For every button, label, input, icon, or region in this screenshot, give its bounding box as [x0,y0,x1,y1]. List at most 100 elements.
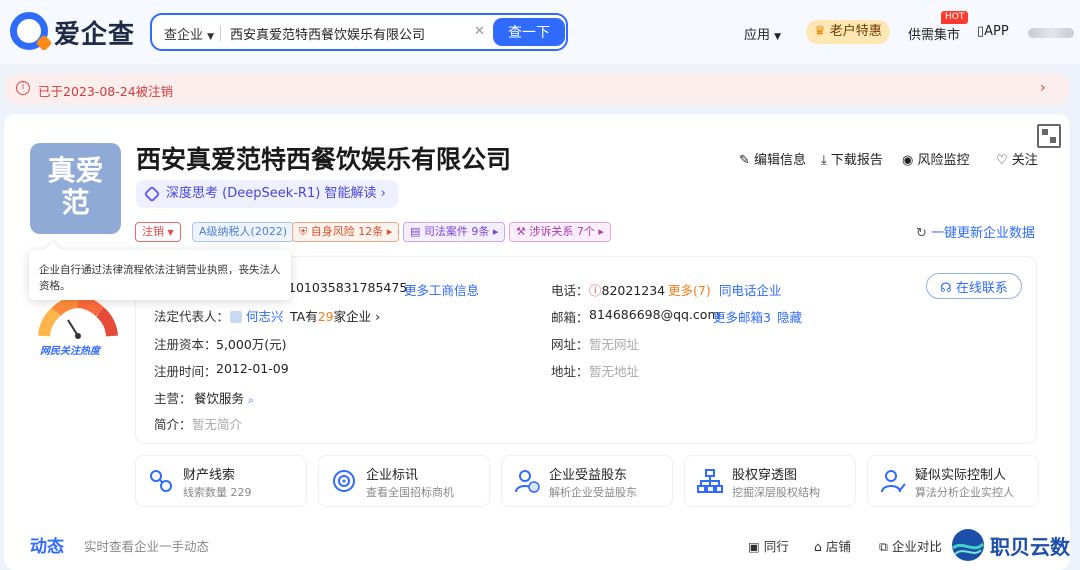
search-icon: ⌕ [248,395,254,406]
capital-label: 注册资本： [154,337,217,352]
heart-icon: ♡ [996,153,1008,168]
phone-label: 电话： [551,283,589,298]
feature-beneficiary[interactable]: 企业受益股东 解析企业受益股东 [501,455,673,507]
feature-sub: 挖掘深层股权结构 [732,486,820,499]
caret-down-icon: ▼ [167,228,174,237]
download-report-button[interactable]: ⤓ 下载报告 [821,149,883,168]
self-risk-tag[interactable]: ⛨ 自身风险 12条 ▸ [292,222,400,242]
shield-icon: ⛨ [299,225,308,238]
search-bar: 查企业 ▼ ✕ 查一下 [150,13,568,51]
feature-title: 企业受益股东 [549,468,628,483]
status-badge[interactable]: 注销 ▼ [135,222,181,242]
capital-value: 5,000万(元) [216,337,287,352]
search-input[interactable] [230,21,470,45]
store-icon: ⌂ [814,539,822,554]
cancellation-notice[interactable]: i 已于2023-08-24被注销 › [4,73,1070,105]
chevron-right-icon: › [380,186,386,201]
email-label: 邮箱： [551,310,589,325]
search-type-dropdown[interactable]: 查企业 ▼ [164,24,214,43]
refresh-icon: ↻ [916,226,927,241]
nav-app[interactable]: ▯APP [977,24,1009,39]
search-button[interactable]: 查一下 [493,18,565,46]
reg-date-value: 2012-01-09 [216,361,289,376]
news-section-sub: 实时查看企业一手动态 [84,539,210,554]
more-business-link[interactable]: 更多工商信息 [404,280,479,299]
search-divider [220,25,221,41]
nav-apps[interactable]: 应用 ▼ [744,24,781,43]
email-value: 814686698@qq.com [589,307,720,322]
peer-button[interactable]: ▣ 同行 [748,536,789,555]
address-value: 暂无地址 [589,364,640,379]
qr-code-icon[interactable] [1037,124,1061,148]
feature-bidding[interactable]: 企业标讯 查看全国招标商机 [318,455,490,507]
credit-code-value: 101035831785475 [288,280,408,295]
main-business-label: 主营： [154,391,192,406]
feature-controller[interactable]: 疑似实际控制人 算法分析企业实控人 [867,455,1039,507]
intro-value: 暂无简介 [192,417,243,432]
user-money-icon [515,470,540,493]
target-icon [333,470,355,492]
link-icon [150,470,172,492]
feature-title: 疑似实际控制人 [915,468,1007,483]
caret-down-icon: ▼ [774,32,782,42]
document-icon: ▤ [410,225,421,238]
company-logo: 真爱范 [30,143,121,234]
same-phone-link[interactable]: 同电话企业 [719,280,782,299]
legal-rep[interactable]: 何志兴 [230,306,284,325]
compare-button[interactable]: ⧉ 企业对比 [879,536,942,555]
vip-crown-icon: ♛ [814,24,826,39]
more-email-link[interactable]: 更多邮箱3 [713,307,771,326]
caret-down-icon: ▼ [207,32,215,42]
ai-analysis-button[interactable]: 深度思考 (DeepSeek-R1) 智能解读 › [136,180,398,208]
headset-icon: ☊ [940,280,952,296]
org-chart-icon [697,469,723,493]
feature-title: 企业标讯 [366,468,419,483]
attention-gauge[interactable]: 网民关注热度 [38,296,118,360]
feature-sub: 线索数量 229 [183,486,252,499]
legal-rep-companies[interactable]: TA有29家企业 › [290,306,380,325]
logo-text[interactable]: 爱企查 [54,14,135,51]
feature-sub: 查看全国招标商机 [366,486,454,499]
tax-rating-tag[interactable]: A级纳税人(2022) [192,222,295,242]
feature-equity-chart[interactable]: 股权穿透图 挖掘深层股权结构 [684,455,856,507]
watermark-text: 职贝云数 [990,535,1070,559]
hot-badge: HOT [941,11,969,24]
website-label: 网址： [551,337,589,352]
nav-market[interactable]: 供需集市 [908,24,960,43]
edit-info-button[interactable]: ✎ 编辑信息 [739,149,806,168]
briefcase-icon: ▣ [748,539,760,554]
person-icon [230,311,242,323]
user-avatar-blurred[interactable] [1028,28,1074,38]
caret-right-icon: ▸ [386,225,393,238]
litigation-tag[interactable]: ⚒ 涉诉关系 7个 ▸ [509,222,611,242]
alert-icon: ⓘ [589,283,602,298]
phone-value: ⓘ82021234 [589,283,666,298]
ai-label: 深度思考 (DeepSeek-R1) 智能解读 [166,186,377,201]
chevron-right-icon: › [1040,80,1046,96]
risk-monitor-button[interactable]: ◉ 风险监控 [902,149,970,168]
notice-text: 已于2023-08-24被注销 [38,84,174,99]
online-contact-button[interactable]: ☊ 在线联系 [926,273,1022,299]
feature-sub: 解析企业受益股东 [549,486,637,499]
caret-right-icon: ▸ [598,225,604,238]
aiqicha-logo-icon[interactable] [10,12,48,50]
feature-title: 财产线索 [183,468,236,483]
feature-property-clues[interactable]: 财产线索 线索数量 229 [135,455,307,507]
edit-icon: ✎ [739,153,750,168]
nav-vip-offer[interactable]: ♛ 老户特惠 [806,20,890,44]
news-section-title[interactable]: 动态 [30,532,64,557]
ai-sparkle-icon [143,185,161,203]
refresh-data-button[interactable]: ↻ 一键更新企业数据 [916,222,1035,241]
judicial-case-tag[interactable]: ▤ 司法案件 9条 ▸ [403,222,506,242]
phone-more-link[interactable]: 更多(7) [668,280,711,299]
feature-sub: 算法分析企业实控人 [915,486,1014,499]
follow-button[interactable]: ♡ 关注 [996,149,1038,168]
watermark: 职贝云数 [948,526,1076,564]
legal-rep-name[interactable]: 何志兴 [246,309,284,324]
caret-right-icon: ▸ [492,225,499,238]
address-label: 地址： [551,364,589,379]
hide-email-link[interactable]: 隐藏 [777,307,802,326]
main-business-value[interactable]: 餐饮服务 ⌕ [194,388,254,407]
clear-icon[interactable]: ✕ [474,24,485,39]
store-button[interactable]: ⌂ 店铺 [814,536,851,555]
